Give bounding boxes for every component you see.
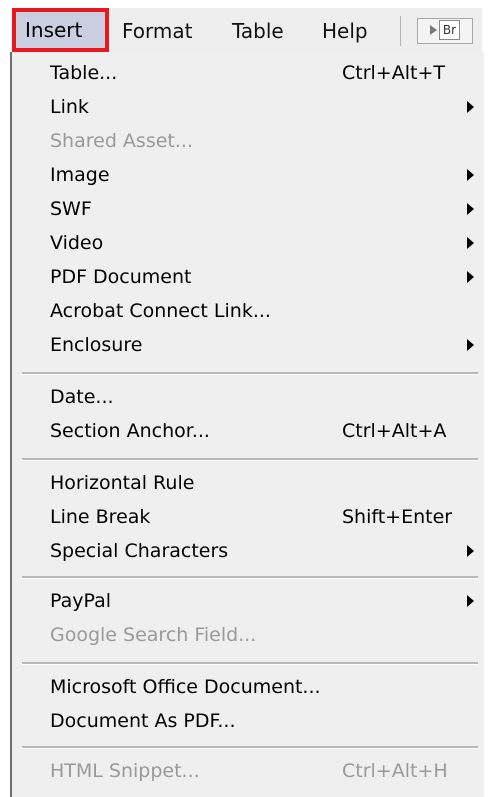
menu-item-special-characters[interactable]: Special Characters	[50, 534, 474, 568]
menu-separator	[22, 746, 478, 749]
submenu-arrow-icon	[467, 169, 474, 181]
menu-separator	[22, 372, 478, 375]
submenu-arrow-icon	[467, 237, 474, 249]
menu-item-label: Shared Asset...	[50, 130, 193, 152]
menu-item-label: Line Break	[50, 506, 151, 528]
menu-item-label: Google Search Field...	[50, 624, 257, 646]
menu-item-date[interactable]: Date...	[50, 380, 474, 414]
bridge-button[interactable]: Br	[417, 18, 473, 44]
menu-item-label: HTML Snippet...	[50, 760, 200, 782]
menu-item-label: Video	[50, 232, 104, 254]
menu-item-image[interactable]: Image	[50, 158, 474, 192]
menu-separator	[22, 458, 478, 461]
menubar-divider	[400, 16, 401, 46]
menu-bar: Insert Format Table Help Br	[12, 8, 482, 52]
menu-item-google-search-field: Google Search Field...	[50, 618, 474, 652]
menu-item-microsoft-office-document[interactable]: Microsoft Office Document...	[50, 670, 474, 704]
menu-item-shared-asset: Shared Asset...	[50, 124, 474, 158]
menu-item-label: Table...	[50, 62, 118, 84]
menu-item-shortcut: Shift+Enter	[342, 506, 453, 528]
menu-item-label: Link	[50, 96, 89, 118]
bridge-label: Br	[438, 20, 461, 40]
menu-item-paypal[interactable]: PayPal	[50, 584, 474, 618]
insert-dropdown-menu: Table... Ctrl+Alt+T Link Shared Asset...…	[10, 52, 484, 797]
menu-item-link[interactable]: Link	[50, 90, 474, 124]
menu-item-label: PayPal	[50, 590, 112, 612]
menu-item-enclosure[interactable]: Enclosure	[50, 328, 474, 362]
submenu-arrow-icon	[467, 595, 474, 607]
menu-separator	[22, 662, 478, 665]
menu-separator	[22, 576, 478, 579]
menu-item-label: Horizontal Rule	[50, 472, 195, 494]
menu-item-label: Special Characters	[50, 540, 229, 562]
menu-item-label: Microsoft Office Document...	[50, 676, 321, 698]
menu-item-line-break[interactable]: Line Break Shift+Enter	[50, 500, 474, 534]
menu-format[interactable]: Format	[122, 12, 192, 50]
menu-item-label: Image	[50, 164, 110, 186]
menu-table[interactable]: Table	[232, 12, 284, 50]
menu-item-acrobat-connect-link[interactable]: Acrobat Connect Link...	[50, 294, 474, 328]
menu-item-document-as-pdf[interactable]: Document As PDF...	[50, 704, 474, 738]
menu-item-label: Acrobat Connect Link...	[50, 300, 271, 322]
menu-item-shortcut: Ctrl+Alt+H	[342, 760, 448, 782]
menu-item-section-anchor[interactable]: Section Anchor... Ctrl+Alt+A	[50, 414, 474, 448]
menu-item-label: PDF Document	[50, 266, 192, 288]
menu-insert[interactable]: Insert	[12, 8, 109, 52]
menu-item-label: Section Anchor...	[50, 420, 210, 442]
menu-item-swf[interactable]: SWF	[50, 192, 474, 226]
menu-item-label: SWF	[50, 198, 92, 220]
submenu-arrow-icon	[467, 101, 474, 113]
menu-item-html-snippet: HTML Snippet... Ctrl+Alt+H	[50, 754, 474, 788]
menu-item-label: Document As PDF...	[50, 710, 236, 732]
bridge-arrow-icon	[429, 25, 437, 35]
menu-item-label: Date...	[50, 386, 114, 408]
menu-item-video[interactable]: Video	[50, 226, 474, 260]
menu-item-pdf-document[interactable]: PDF Document	[50, 260, 474, 294]
menu-item-horizontal-rule[interactable]: Horizontal Rule	[50, 466, 474, 500]
menu-item-shortcut: Ctrl+Alt+A	[342, 420, 447, 442]
menu-item-label: Enclosure	[50, 334, 143, 356]
submenu-arrow-icon	[467, 271, 474, 283]
menu-item-table[interactable]: Table... Ctrl+Alt+T	[50, 56, 474, 90]
submenu-arrow-icon	[467, 545, 474, 557]
menu-insert-label: Insert	[25, 18, 83, 42]
submenu-arrow-icon	[467, 203, 474, 215]
menu-item-shortcut: Ctrl+Alt+T	[342, 62, 445, 84]
submenu-arrow-icon	[467, 339, 474, 351]
menu-help[interactable]: Help	[322, 12, 368, 50]
